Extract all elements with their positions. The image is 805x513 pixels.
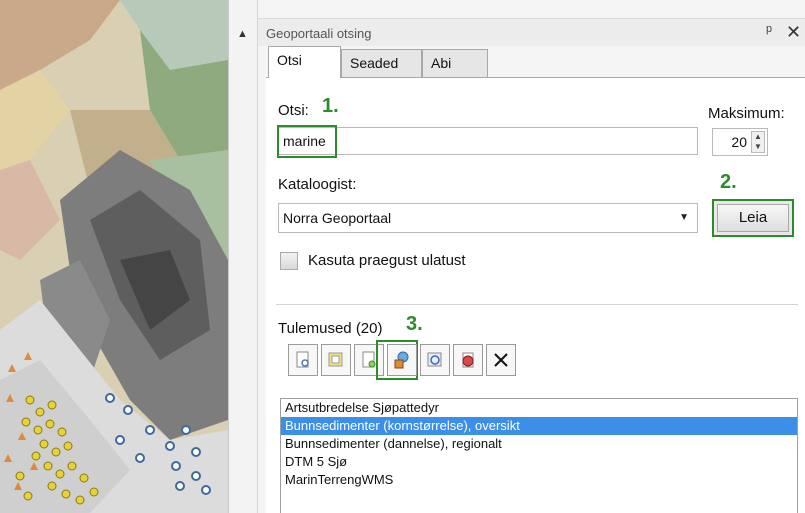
map-canvas[interactable] xyxy=(0,0,228,513)
tab-abi[interactable]: Abi xyxy=(422,49,488,77)
results-list-item-selected[interactable]: Bunnsedimenter (kornstørrelse), oversikt xyxy=(281,417,797,435)
tab-seaded[interactable]: Seaded xyxy=(341,49,422,77)
map-view[interactable] xyxy=(0,0,228,513)
open-button[interactable] xyxy=(321,344,351,376)
download-icon xyxy=(462,352,474,368)
catalog-dropdown[interactable]: Norra Geoportaal ▼ xyxy=(278,203,698,233)
globe-database-button[interactable] xyxy=(387,344,417,376)
use-current-extent-checkbox[interactable] xyxy=(280,252,298,270)
catalog-selected-value: Norra Geoportaal xyxy=(283,210,392,226)
globe-database-icon xyxy=(394,351,409,369)
results-list-item[interactable]: Artsutbredelse Sjøpattedyr xyxy=(281,399,797,417)
view-metadata-icon xyxy=(296,351,309,368)
results-list-item[interactable]: MarinTerrengWMS xyxy=(281,471,797,489)
leia-button[interactable]: Leia xyxy=(712,199,794,237)
results-list[interactable]: Artsutbredelse Sjøpattedyr Bunnsedimente… xyxy=(280,398,798,513)
tab-otsi[interactable]: Otsi xyxy=(268,46,341,78)
use-current-extent-label: Kasuta praegust ulatust xyxy=(308,252,466,269)
zoom-to-icon xyxy=(427,352,442,367)
download-button[interactable] xyxy=(453,344,483,376)
close-icon[interactable]: ✕ xyxy=(786,22,801,43)
view-metadata-button[interactable] xyxy=(288,344,318,376)
panel-title-bar: Geoportaali otsing ᵖ ✕ xyxy=(258,18,805,46)
search-label: Otsi: xyxy=(278,102,309,119)
open-icon xyxy=(328,352,343,367)
results-list-item[interactable]: Bunnsedimenter (dannelse), regionalt xyxy=(281,435,797,453)
pin-icon[interactable]: ᵖ xyxy=(766,23,772,41)
maximum-stepper[interactable]: 20 ▲ ▼ xyxy=(712,128,768,156)
search-step-highlight xyxy=(277,125,337,158)
clear-icon xyxy=(494,353,508,367)
step-2-marker: 2. xyxy=(720,171,737,193)
maximum-label: Maksimum: xyxy=(708,105,785,122)
zoom-to-button[interactable] xyxy=(420,344,450,376)
results-label: Tulemused (20) xyxy=(278,320,383,337)
leia-button-label: Leia xyxy=(738,209,768,226)
search-input[interactable]: marine xyxy=(278,127,698,155)
results-list-item[interactable]: DTM 5 Sjø xyxy=(281,453,797,471)
pane-divider[interactable]: ▲ xyxy=(228,0,258,513)
panel-title: Geoportaali otsing xyxy=(266,26,372,41)
step-3-marker: 3. xyxy=(406,313,423,335)
spin-arrows-icon[interactable]: ▲ ▼ xyxy=(751,131,765,153)
section-divider xyxy=(276,304,798,305)
step-1-marker: 1. xyxy=(322,95,339,117)
maximum-value: 20 xyxy=(731,134,747,150)
catalog-label: Kataloogist: xyxy=(278,176,357,193)
clear-button[interactable] xyxy=(486,344,516,376)
chevron-down-icon[interactable]: ▼ xyxy=(679,212,689,223)
up-arrow-icon[interactable]: ▲ xyxy=(237,28,248,40)
tab-content-otsi: Otsi: 1. Maksimum: marine 20 ▲ ▼ Kataloog… xyxy=(266,77,805,513)
geoportal-search-panel: Geoportaali otsing ᵖ ✕ Otsi Seaded Abi O… xyxy=(258,0,805,513)
